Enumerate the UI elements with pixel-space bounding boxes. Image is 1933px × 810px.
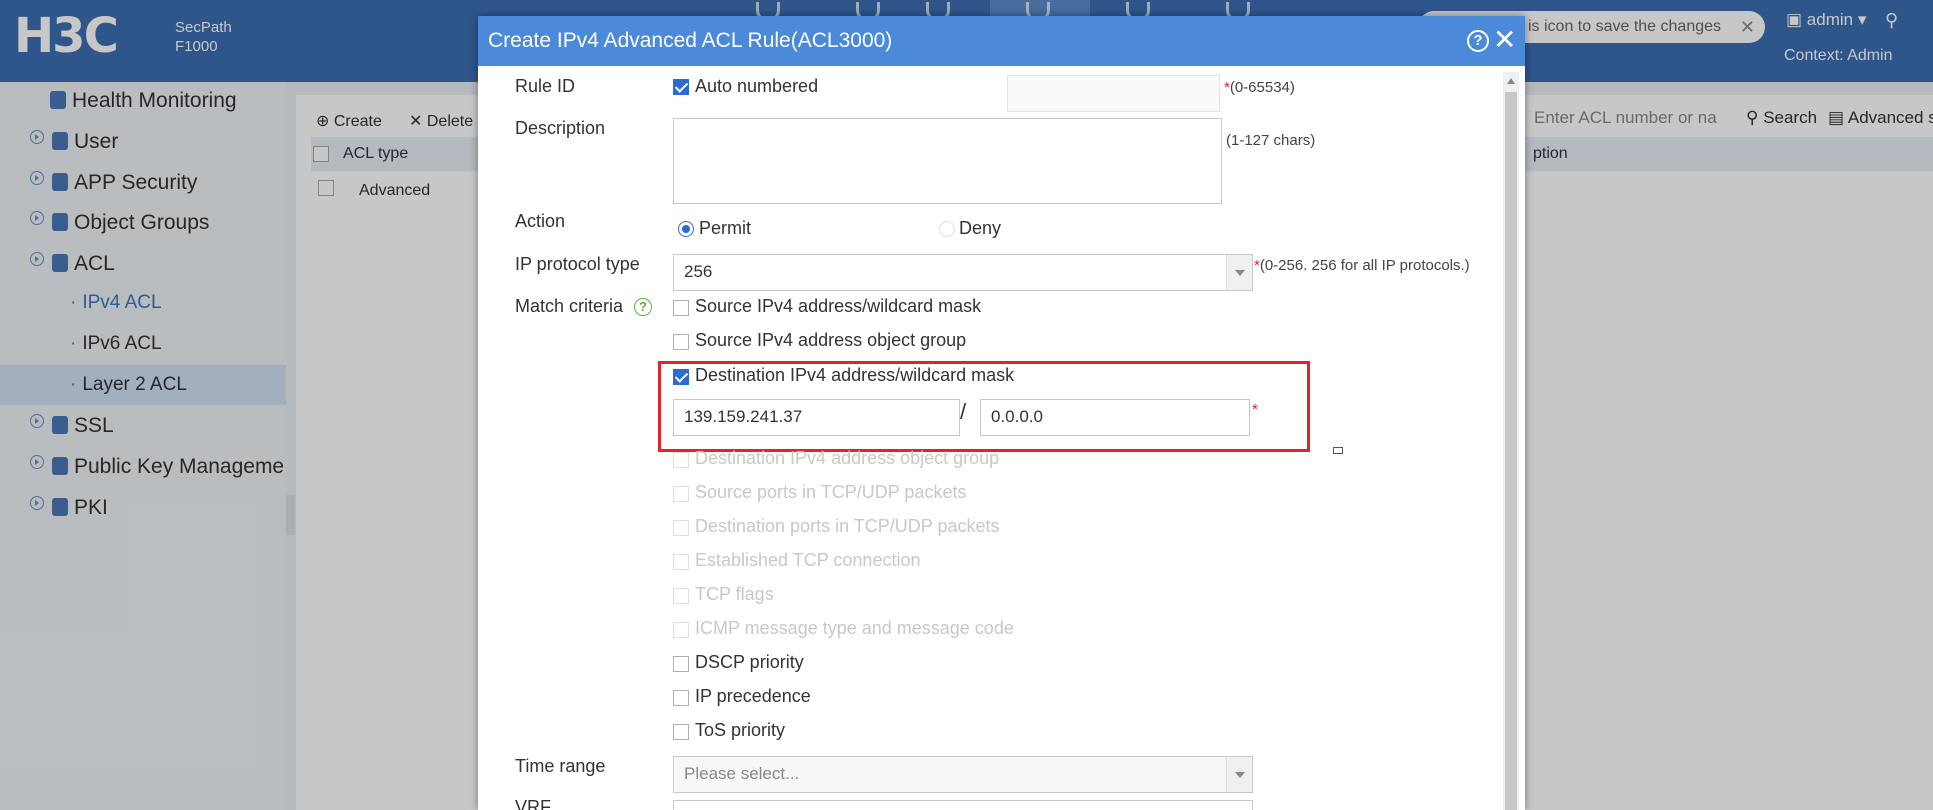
auto-numbered-label: Auto numbered	[695, 76, 819, 96]
vrf-select[interactable]	[673, 800, 1253, 810]
match-criteria-label: Match criteria	[515, 296, 624, 316]
create-acl-rule-dialog: Create IPv4 Advanced ACL Rule(ACL3000) ?…	[478, 16, 1525, 810]
dest-ip-checkbox[interactable]	[673, 369, 689, 385]
ip-precedence-checkbox[interactable]	[673, 690, 689, 706]
tos-checkbox[interactable]	[673, 724, 689, 740]
deny-label: Deny	[959, 218, 1002, 238]
dest-ports-checkbox	[673, 520, 689, 536]
permit-label: Permit	[699, 218, 752, 238]
vrf-label: VRF	[515, 797, 551, 810]
dest-object-group-option: Destination IPv4 address object group	[695, 448, 1000, 468]
icmp-checkbox	[673, 622, 689, 638]
dest-required-marker: *	[1252, 401, 1258, 418]
dscp-checkbox[interactable]	[673, 656, 689, 672]
tos-option: ToS priority	[695, 720, 786, 740]
dialog-scrollbar[interactable]	[1503, 72, 1519, 810]
auto-numbered-checkbox[interactable]	[673, 79, 689, 95]
description-label: Description	[515, 118, 606, 138]
action-label: Action	[515, 211, 566, 231]
ip-protocol-hint: *(0-256. 256 for all IP protocols.)	[1254, 257, 1470, 274]
description-hint: (1-127 chars)	[1226, 132, 1316, 149]
dest-ip-input[interactable]: 139.159.241.37	[673, 399, 960, 436]
rule-id-input	[1007, 75, 1220, 112]
source-ip-checkbox[interactable]	[673, 300, 689, 316]
chevron-down-icon	[1226, 757, 1252, 792]
dscp-option: DSCP priority	[695, 652, 804, 672]
source-ip-option: Source IPv4 address/wildcard mask	[695, 296, 982, 316]
source-ports-option: Source ports in TCP/UDP packets	[695, 482, 967, 502]
icmp-option: ICMP message type and message code	[695, 618, 1014, 638]
description-textarea[interactable]	[673, 118, 1222, 204]
source-object-group-checkbox[interactable]	[673, 334, 689, 350]
dest-ip-option: Destination IPv4 address/wildcard mask	[695, 365, 1015, 385]
close-icon[interactable]: ✕	[1493, 26, 1516, 54]
dest-ports-option: Destination ports in TCP/UDP packets	[695, 516, 1000, 536]
help-icon[interactable]: ?	[1467, 30, 1489, 52]
resize-icon	[1333, 447, 1343, 454]
dest-wildcard-input[interactable]: 0.0.0.0	[980, 399, 1250, 436]
ip-precedence-option: IP precedence	[695, 686, 811, 706]
tcp-flags-option: TCP flags	[695, 584, 774, 604]
time-range-select[interactable]: Please select...	[673, 756, 1253, 793]
established-tcp-checkbox	[673, 554, 689, 570]
dialog-title-bar: Create IPv4 Advanced ACL Rule(ACL3000)	[478, 16, 1525, 66]
dialog-title: Create IPv4 Advanced ACL Rule(ACL3000)	[488, 29, 893, 52]
deny-radio[interactable]	[939, 221, 955, 237]
chevron-down-icon	[1226, 255, 1252, 290]
rule-id-hint: *(0-65534)	[1224, 79, 1295, 96]
tcp-flags-checkbox	[673, 588, 689, 604]
established-tcp-option: Established TCP connection	[695, 550, 921, 570]
source-ports-checkbox	[673, 486, 689, 502]
ip-protocol-label: IP protocol type	[515, 254, 640, 274]
source-object-group-option: Source IPv4 address object group	[695, 330, 967, 350]
ip-mask-separator: /	[960, 399, 967, 424]
time-range-label: Time range	[515, 756, 606, 776]
rule-id-label: Rule ID	[515, 76, 576, 96]
ip-protocol-select[interactable]: 256	[673, 254, 1253, 291]
dest-object-group-checkbox	[673, 452, 689, 468]
permit-radio[interactable]	[678, 221, 694, 237]
match-help-icon[interactable]: ?	[634, 298, 652, 316]
